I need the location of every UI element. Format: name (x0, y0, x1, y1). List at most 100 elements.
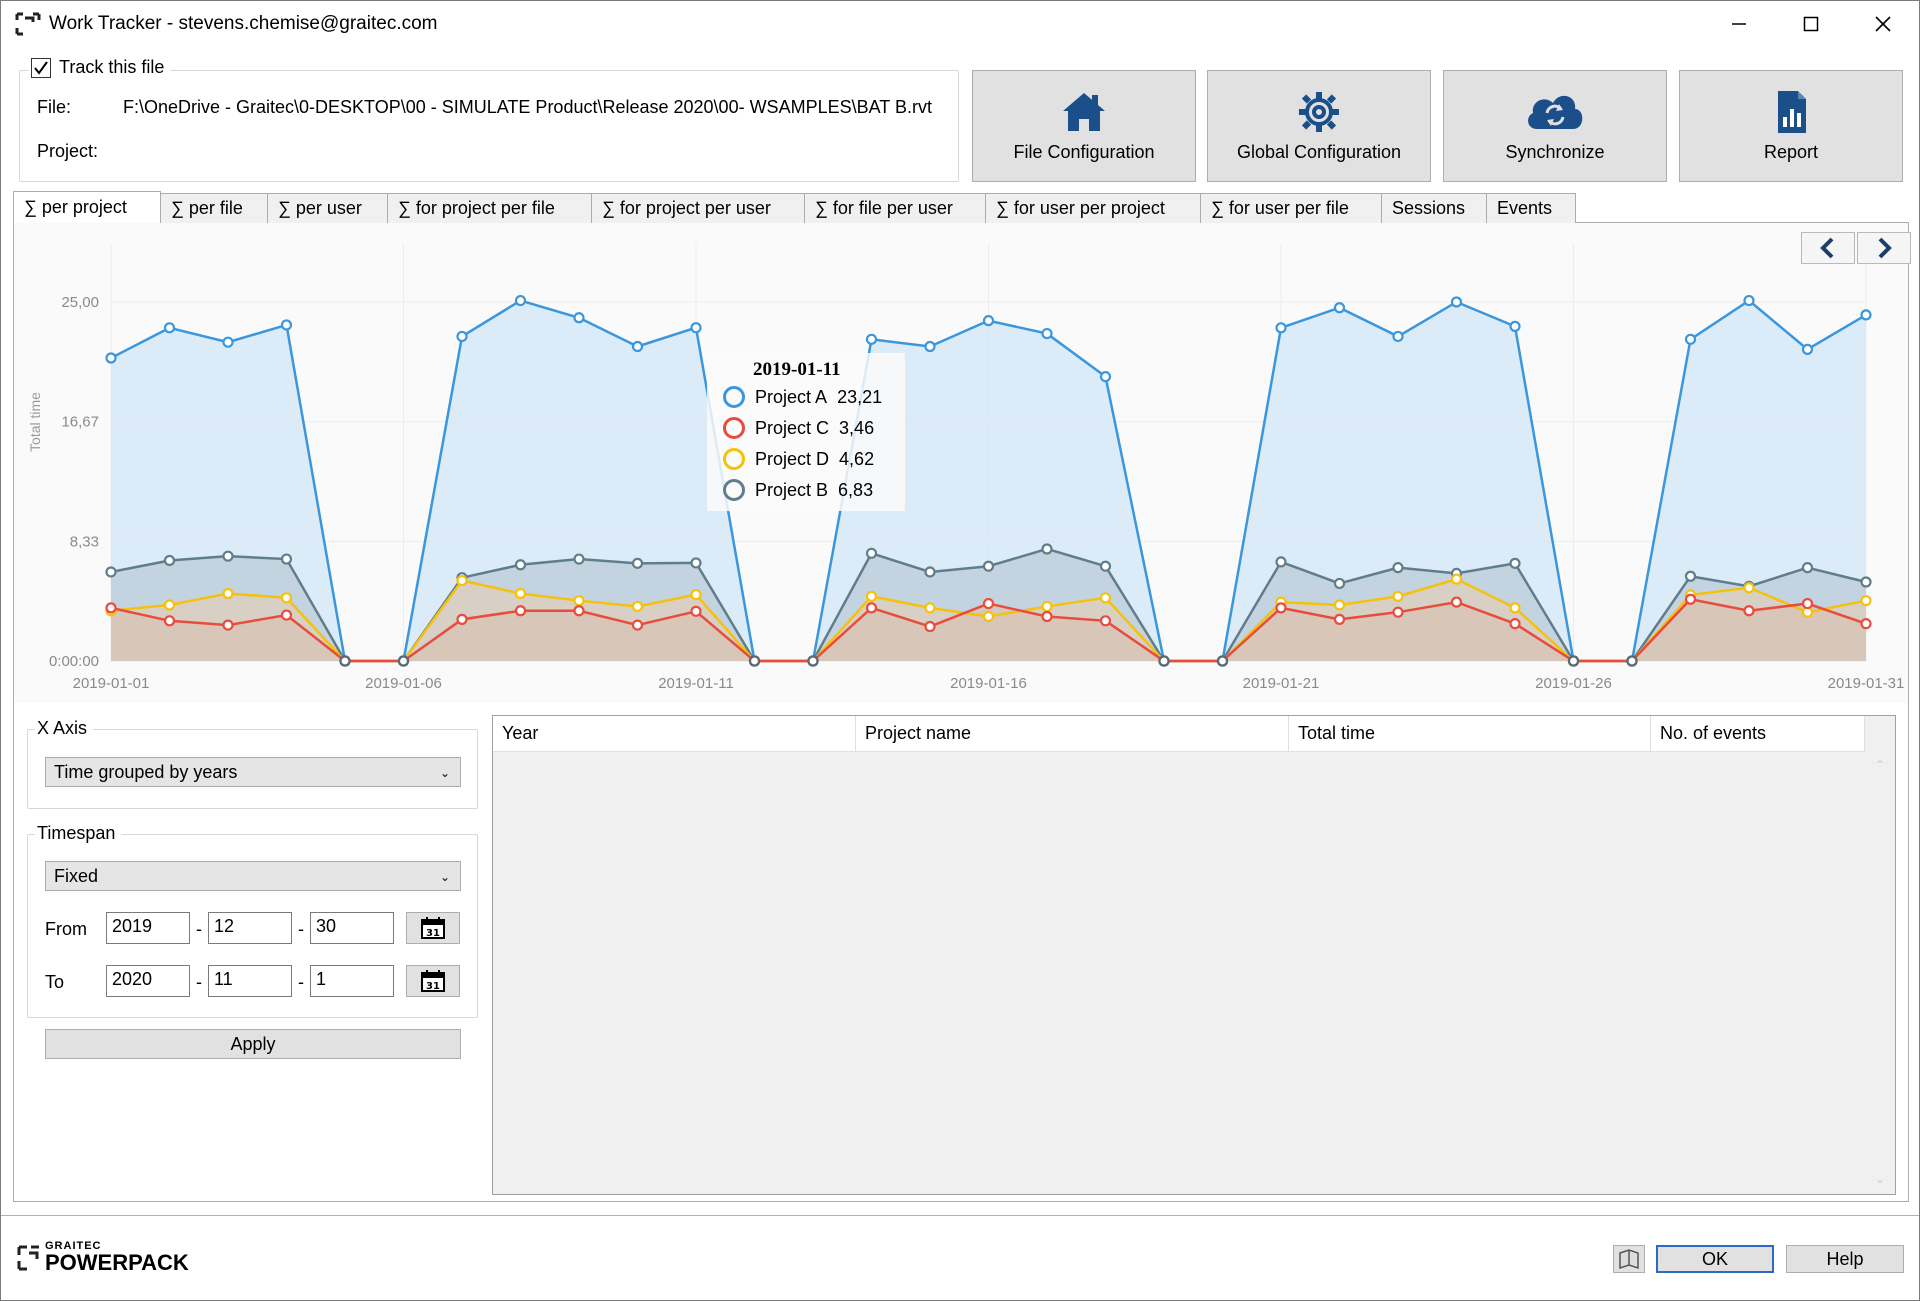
chart-next-button[interactable] (1857, 232, 1911, 264)
x-tick-label: 2019-01-01 (73, 675, 150, 692)
data-point (1333, 599, 1346, 611)
tab-for-project-per-file[interactable]: ∑ for project per file (387, 193, 592, 223)
data-point (1509, 320, 1521, 332)
track-file-label: Track this file (59, 57, 165, 77)
column-header-no-of-events[interactable]: No. of events (1651, 716, 1865, 752)
from-day-input[interactable]: 30 (310, 912, 394, 944)
data-point (924, 620, 936, 633)
apply-button[interactable]: Apply (45, 1029, 461, 1059)
to-label: To (45, 972, 65, 992)
chart-previous-button[interactable] (1801, 232, 1855, 264)
data-point (1684, 333, 1697, 345)
minimize-button[interactable] (1703, 1, 1775, 47)
data-point (1392, 330, 1404, 343)
gear-icon (1299, 92, 1339, 132)
app-icon (15, 12, 41, 36)
data-point (1860, 576, 1872, 588)
data-point (573, 312, 585, 324)
series-marker-icon (723, 479, 745, 501)
data-point (1333, 577, 1346, 590)
x-tick-label: 2019-01-21 (1243, 675, 1320, 692)
data-point (280, 553, 293, 565)
tab-label: ∑ for user per file (1211, 198, 1349, 218)
checkbox-box[interactable] (31, 57, 51, 78)
global-configuration-button[interactable]: Global Configuration (1207, 70, 1431, 182)
close-button[interactable] (1847, 1, 1919, 47)
file-configuration-button[interactable]: File Configuration (972, 70, 1196, 182)
svg-text:31: 31 (426, 928, 440, 939)
data-point (456, 330, 468, 343)
synchronize-button[interactable]: Synchronize (1443, 70, 1667, 182)
help-button[interactable]: Help (1786, 1245, 1904, 1273)
x-axis-select[interactable]: Time grouped by years ⌄ (45, 757, 461, 787)
chevron-down-icon: ⌄ (439, 766, 450, 780)
column-header-project-name[interactable]: Project name (856, 716, 1289, 752)
tooltip-series-name: Project A (755, 386, 828, 407)
track-file-group (19, 70, 959, 182)
file-label: File: (37, 97, 72, 117)
tab-per-project[interactable]: ∑ per project (13, 191, 161, 223)
timespan-legend: Timespan (35, 823, 122, 844)
column-header-total-time[interactable]: Total time (1289, 716, 1651, 752)
tab-for-file-per-user[interactable]: ∑ for file per user (804, 193, 986, 223)
data-grid[interactable]: Year Project name Total time No. of even… (492, 715, 1896, 1195)
data-point (1333, 302, 1346, 314)
tab-for-user-per-file[interactable]: ∑ for user per file (1200, 193, 1382, 223)
tab-per-file[interactable]: ∑ per file (160, 193, 268, 223)
tooltip-series-name: Project C (755, 417, 830, 438)
data-point (105, 352, 117, 364)
data-point (982, 560, 995, 572)
tab-sessions[interactable]: Sessions (1381, 193, 1487, 223)
date-separator: - (298, 972, 304, 992)
data-point (514, 294, 527, 307)
data-point (1860, 309, 1872, 321)
data-point (982, 315, 995, 327)
data-point (514, 605, 527, 617)
data-point (1275, 556, 1287, 568)
to-year-input[interactable]: 2020 (106, 965, 190, 997)
tab-label: ∑ for file per user (815, 198, 953, 218)
scroll-up-icon[interactable]: ⌃ (1875, 758, 1885, 772)
maximize-button[interactable] (1775, 1, 1847, 47)
from-month-input[interactable]: 12 (208, 912, 292, 944)
from-year-input[interactable]: 2019 (106, 912, 190, 944)
data-point (1392, 562, 1404, 574)
report-label: Report (1763, 142, 1819, 162)
to-month-input[interactable]: 11 (208, 965, 292, 997)
data-point (456, 574, 468, 587)
tab-for-user-per-project[interactable]: ∑ for user per project (985, 193, 1201, 223)
report-button[interactable]: Report (1679, 70, 1903, 182)
book-icon (1619, 1249, 1639, 1270)
y-tick-label: 25,00 (61, 294, 99, 311)
to-calendar-button[interactable]: 31 (406, 965, 460, 997)
data-point (1509, 602, 1521, 614)
data-point (163, 599, 176, 611)
series-marker-icon (723, 386, 745, 408)
documentation-button[interactable] (1613, 1245, 1645, 1273)
column-header-label: Total time (1298, 723, 1376, 743)
data-point (1041, 327, 1053, 340)
ok-button[interactable]: OK (1656, 1245, 1774, 1273)
series-marker-icon (723, 448, 745, 470)
tab-for-project-per-user[interactable]: ∑ for project per user (591, 193, 805, 223)
tab-events[interactable]: Events (1486, 193, 1576, 223)
data-point (222, 619, 234, 631)
tab-label: ∑ per file (171, 198, 243, 218)
logo-powerpack-text: POWERPACK (45, 1250, 189, 1275)
track-file-checkbox[interactable]: Track this file (29, 57, 171, 78)
data-point (1158, 655, 1170, 667)
tab-per-user[interactable]: ∑ per user (267, 193, 388, 223)
data-point (924, 602, 936, 614)
column-header-year[interactable]: Year (493, 716, 856, 752)
window-title: Work Tracker - stevens.chemise@graitec.c… (49, 13, 438, 34)
from-calendar-button[interactable]: 31 (406, 912, 460, 944)
checkmark-icon (34, 60, 48, 75)
calendar-icon: 31 (421, 917, 445, 939)
data-point (1801, 562, 1814, 574)
chevron-right-icon (1878, 237, 1892, 259)
to-day-input[interactable]: 1 (310, 965, 394, 997)
data-point (339, 655, 351, 667)
x-tick-label: 2019-01-16 (950, 675, 1027, 692)
scroll-down-icon[interactable]: ⌄ (1875, 1172, 1885, 1186)
timespan-select[interactable]: Fixed ⌄ (45, 861, 461, 891)
